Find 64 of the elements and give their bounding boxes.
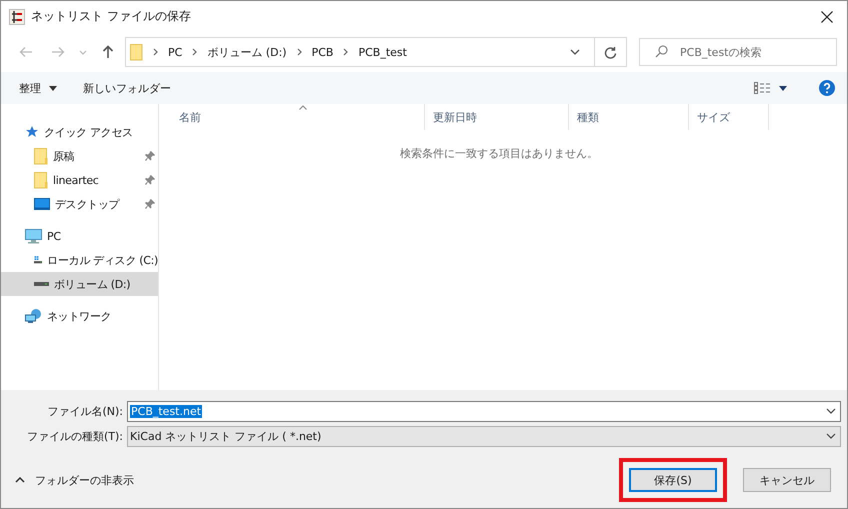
new-folder-button[interactable]: 新しいフォルダー [83,76,171,100]
column-header[interactable]: 名前 [171,104,425,130]
help-icon [819,80,835,96]
chevron-down-icon [826,408,836,414]
field-label: ファイルの種類(T): [26,428,124,444]
forward-arrow-icon [51,46,65,58]
folder-icon [130,44,143,60]
refresh-icon [604,46,617,58]
chevron-right-icon [296,48,302,56]
chevron-right-icon [153,48,158,56]
column-header[interactable]: サイズ [689,104,769,130]
folder-icon [34,148,48,164]
up-arrow-icon [102,45,114,59]
app-icon [9,8,25,24]
help-button[interactable] [819,80,835,96]
sidebar-item[interactable]: 原稿 [1,144,158,168]
empty-message: 検索条件に一致する項目はありません。 [400,147,598,160]
column-header[interactable]: 更新日時 [425,104,569,130]
field-label: ファイル名(N): [46,404,124,418]
cancel-button[interactable]: キャンセル [743,468,831,492]
dropdown-value: KiCad ネットリスト ファイル ( *.net) [130,428,322,444]
column-header[interactable]: 種類 [569,104,689,130]
caret-icon [49,86,57,90]
filename-field[interactable]: PCB_test.net [127,400,841,422]
chevron-right-icon [343,48,348,56]
window-title: ネットリスト ファイルの保存 [31,8,191,25]
drive-icon [34,281,49,287]
chevron-up-icon [15,477,25,483]
details-view-icon [754,82,771,94]
chevron-down-icon [570,49,580,55]
column-label: 名前 [179,110,201,124]
breadcrumb[interactable]: ボリューム (D:) [207,44,287,60]
caret-icon [779,86,787,90]
field-value: PCB_test.net [130,404,202,418]
breadcrumb[interactable]: PCB_test [358,46,407,58]
search-icon [655,45,668,58]
close-icon [821,10,833,22]
sidebar-item[interactable]: lineartec [1,168,158,192]
star-icon [25,125,39,139]
file-type-dropdown[interactable]: KiCad ネットリスト ファイル ( *.net) [127,426,841,446]
desktop-icon [34,198,50,210]
address-bar[interactable]: PC ボリューム (D:) PCB PCB_test [125,37,627,67]
column-label: サイズ [697,110,730,124]
breadcrumb[interactable]: PCB [312,46,334,58]
save-button[interactable]: 保存(S) [629,468,717,492]
sidebar-item[interactable]: PC [1,224,158,248]
folder-icon [34,172,48,188]
organize-menu[interactable]: 整理 [19,76,57,100]
column-label: 更新日時 [433,110,477,124]
breadcrumb[interactable]: PC [168,46,182,58]
chevron-right-icon [192,48,198,56]
network-icon [25,308,42,324]
sidebar-item[interactable]: ボリューム (D:) [1,272,158,296]
computer-icon [25,228,42,244]
hide-folders-button[interactable]: フォルダーの非表示 [15,472,134,488]
chevron-down-icon [826,433,836,439]
sidebar-item[interactable]: クイック アクセス [1,120,158,144]
back-arrow-icon [19,46,33,58]
sidebar-item[interactable]: デスクトップ [1,192,158,216]
chevron-down-icon [79,50,87,54]
column-label: 種類 [577,110,599,124]
sidebar-item[interactable]: ネットワーク [1,304,158,328]
search-field[interactable]: PCB_testの検索 [639,38,837,66]
sidebar-item[interactable]: ローカル ディスク (C:) [1,248,158,272]
